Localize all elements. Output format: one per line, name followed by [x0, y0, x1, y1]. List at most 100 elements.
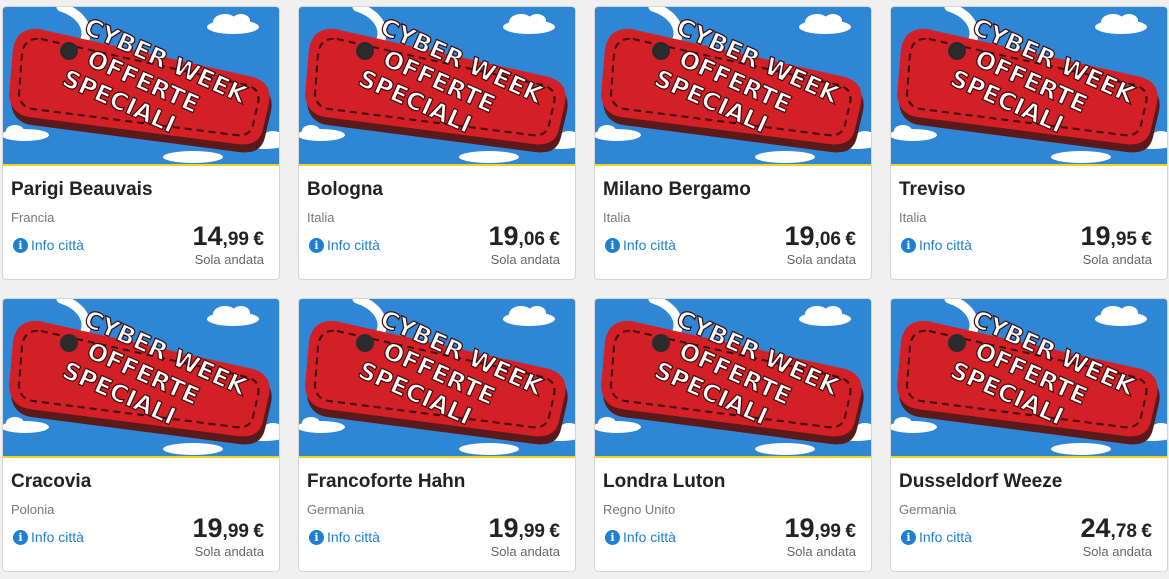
- price: 14,99 €: [193, 221, 265, 252]
- city-info-link[interactable]: i Info città: [13, 529, 84, 545]
- promo-banner: CYBER WEEK OFFERTE SPECIALI: [3, 299, 279, 458]
- city-name: Treviso: [899, 179, 966, 200]
- city-info-link[interactable]: i Info città: [605, 237, 676, 253]
- destination-card-6[interactable]: CYBER WEEK OFFERTE SPECIALI Francoforte …: [298, 298, 576, 572]
- country-name: Germania: [899, 502, 957, 517]
- city-name: Dusseldorf Weeze: [899, 471, 1063, 492]
- city-name: Cracovia: [11, 471, 92, 492]
- trip-type: Sola andata: [1082, 544, 1152, 559]
- card-body: Dusseldorf Weeze Germania i Info città 2…: [891, 458, 1167, 571]
- price-integer: 19: [784, 513, 815, 543]
- price-decimal: ,99: [222, 229, 249, 250]
- city-info-link[interactable]: i Info città: [309, 237, 380, 253]
- cyber-week-tag-image: CYBER WEEK OFFERTE SPECIALI: [3, 299, 279, 456]
- city-info-link[interactable]: i Info città: [13, 237, 84, 253]
- price-decimal: ,06: [518, 229, 545, 250]
- price: 24,78 €: [1081, 513, 1153, 544]
- destination-card-4[interactable]: CYBER WEEK OFFERTE SPECIALI Treviso Ital…: [890, 6, 1168, 280]
- promo-banner: CYBER WEEK OFFERTE SPECIALI: [299, 299, 575, 458]
- info-link-label: Info città: [919, 237, 972, 253]
- price-integer: 19: [488, 221, 519, 251]
- currency-symbol: €: [549, 229, 560, 250]
- promo-banner: CYBER WEEK OFFERTE SPECIALI: [595, 7, 871, 166]
- info-link-label: Info città: [31, 237, 84, 253]
- currency-symbol: €: [1141, 521, 1152, 542]
- destination-card-3[interactable]: CYBER WEEK OFFERTE SPECIALI Milano Berga…: [594, 6, 872, 280]
- info-link-label: Info città: [623, 529, 676, 545]
- destination-card-7[interactable]: CYBER WEEK OFFERTE SPECIALI Londra Luton…: [594, 298, 872, 572]
- currency-symbol: €: [845, 521, 856, 542]
- promo-banner: CYBER WEEK OFFERTE SPECIALI: [595, 299, 871, 458]
- info-link-label: Info città: [327, 237, 380, 253]
- trip-type: Sola andata: [490, 252, 560, 267]
- currency-symbol: €: [1141, 229, 1152, 250]
- card-body: Bologna Italia i Info città 19,06 € Sola…: [299, 166, 575, 279]
- destination-card-8[interactable]: CYBER WEEK OFFERTE SPECIALI Dusseldorf W…: [890, 298, 1168, 572]
- price-decimal: ,06: [814, 229, 841, 250]
- price-decimal: ,78: [1110, 521, 1137, 542]
- price: 19,06 €: [489, 221, 561, 252]
- card-body: Cracovia Polonia i Info città 19,99 € So…: [3, 458, 279, 571]
- trip-type: Sola andata: [1082, 252, 1152, 267]
- trip-type: Sola andata: [786, 252, 856, 267]
- country-name: Italia: [899, 210, 927, 225]
- trip-type: Sola andata: [194, 544, 264, 559]
- city-info-link[interactable]: i Info città: [901, 237, 972, 253]
- country-name: Francia: [11, 210, 55, 225]
- destination-card-5[interactable]: CYBER WEEK OFFERTE SPECIALI Cracovia Pol…: [2, 298, 280, 572]
- currency-symbol: €: [253, 229, 264, 250]
- price: 19,99 €: [193, 513, 265, 544]
- country-name: Italia: [307, 210, 335, 225]
- info-icon: i: [13, 529, 28, 545]
- card-body: Francoforte Hahn Germania i Info città 1…: [299, 458, 575, 571]
- card-body: Londra Luton Regno Unito i Info città 19…: [595, 458, 871, 571]
- price-integer: 24: [1080, 513, 1111, 543]
- card-body: Treviso Italia i Info città 19,95 € Sola…: [891, 166, 1167, 279]
- info-link-label: Info città: [623, 237, 676, 253]
- currency-symbol: €: [845, 229, 856, 250]
- city-name: Parigi Beauvais: [11, 179, 153, 200]
- cyber-week-tag-image: CYBER WEEK OFFERTE SPECIALI: [891, 7, 1167, 164]
- city-name: Londra Luton: [603, 471, 726, 492]
- card-body: Parigi Beauvais Francia i Info città 14,…: [3, 166, 279, 279]
- info-icon: i: [901, 237, 916, 253]
- currency-symbol: €: [253, 521, 264, 542]
- price-integer: 19: [488, 513, 519, 543]
- promo-banner: CYBER WEEK OFFERTE SPECIALI: [891, 7, 1167, 166]
- cyber-week-tag-image: CYBER WEEK OFFERTE SPECIALI: [891, 299, 1167, 456]
- trip-type: Sola andata: [194, 252, 264, 267]
- price-integer: 14: [192, 221, 223, 251]
- info-link-label: Info città: [31, 529, 84, 545]
- info-icon: i: [309, 237, 324, 253]
- country-name: Italia: [603, 210, 631, 225]
- cyber-week-tag-image: CYBER WEEK OFFERTE SPECIALI: [299, 299, 575, 456]
- info-icon: i: [901, 529, 916, 545]
- city-info-link[interactable]: i Info città: [309, 529, 380, 545]
- info-link-label: Info città: [327, 529, 380, 545]
- trip-type: Sola andata: [786, 544, 856, 559]
- info-icon: i: [605, 237, 620, 253]
- destinations-grid: CYBER WEEK OFFERTE SPECIALI Parigi Beauv…: [2, 6, 1169, 572]
- price-integer: 19: [1080, 221, 1111, 251]
- country-name: Polonia: [11, 502, 55, 517]
- price-decimal: ,99: [518, 521, 545, 542]
- info-icon: i: [605, 529, 620, 545]
- promo-banner: CYBER WEEK OFFERTE SPECIALI: [891, 299, 1167, 458]
- info-icon: i: [309, 529, 324, 545]
- price: 19,99 €: [489, 513, 561, 544]
- city-info-link[interactable]: i Info città: [605, 529, 676, 545]
- price-integer: 19: [784, 221, 815, 251]
- price-decimal: ,95: [1110, 229, 1137, 250]
- promo-banner: CYBER WEEK OFFERTE SPECIALI: [299, 7, 575, 166]
- price-decimal: ,99: [222, 521, 249, 542]
- city-info-link[interactable]: i Info città: [901, 529, 972, 545]
- city-name: Milano Bergamo: [603, 179, 751, 200]
- promo-banner: CYBER WEEK OFFERTE SPECIALI: [3, 7, 279, 166]
- city-name: Francoforte Hahn: [307, 471, 466, 492]
- cyber-week-tag-image: CYBER WEEK OFFERTE SPECIALI: [299, 7, 575, 164]
- destination-card-1[interactable]: CYBER WEEK OFFERTE SPECIALI Parigi Beauv…: [2, 6, 280, 280]
- destination-card-2[interactable]: CYBER WEEK OFFERTE SPECIALI Bologna Ital…: [298, 6, 576, 280]
- info-icon: i: [13, 237, 28, 253]
- price: 19,95 €: [1081, 221, 1153, 252]
- cyber-week-tag-image: CYBER WEEK OFFERTE SPECIALI: [595, 7, 871, 164]
